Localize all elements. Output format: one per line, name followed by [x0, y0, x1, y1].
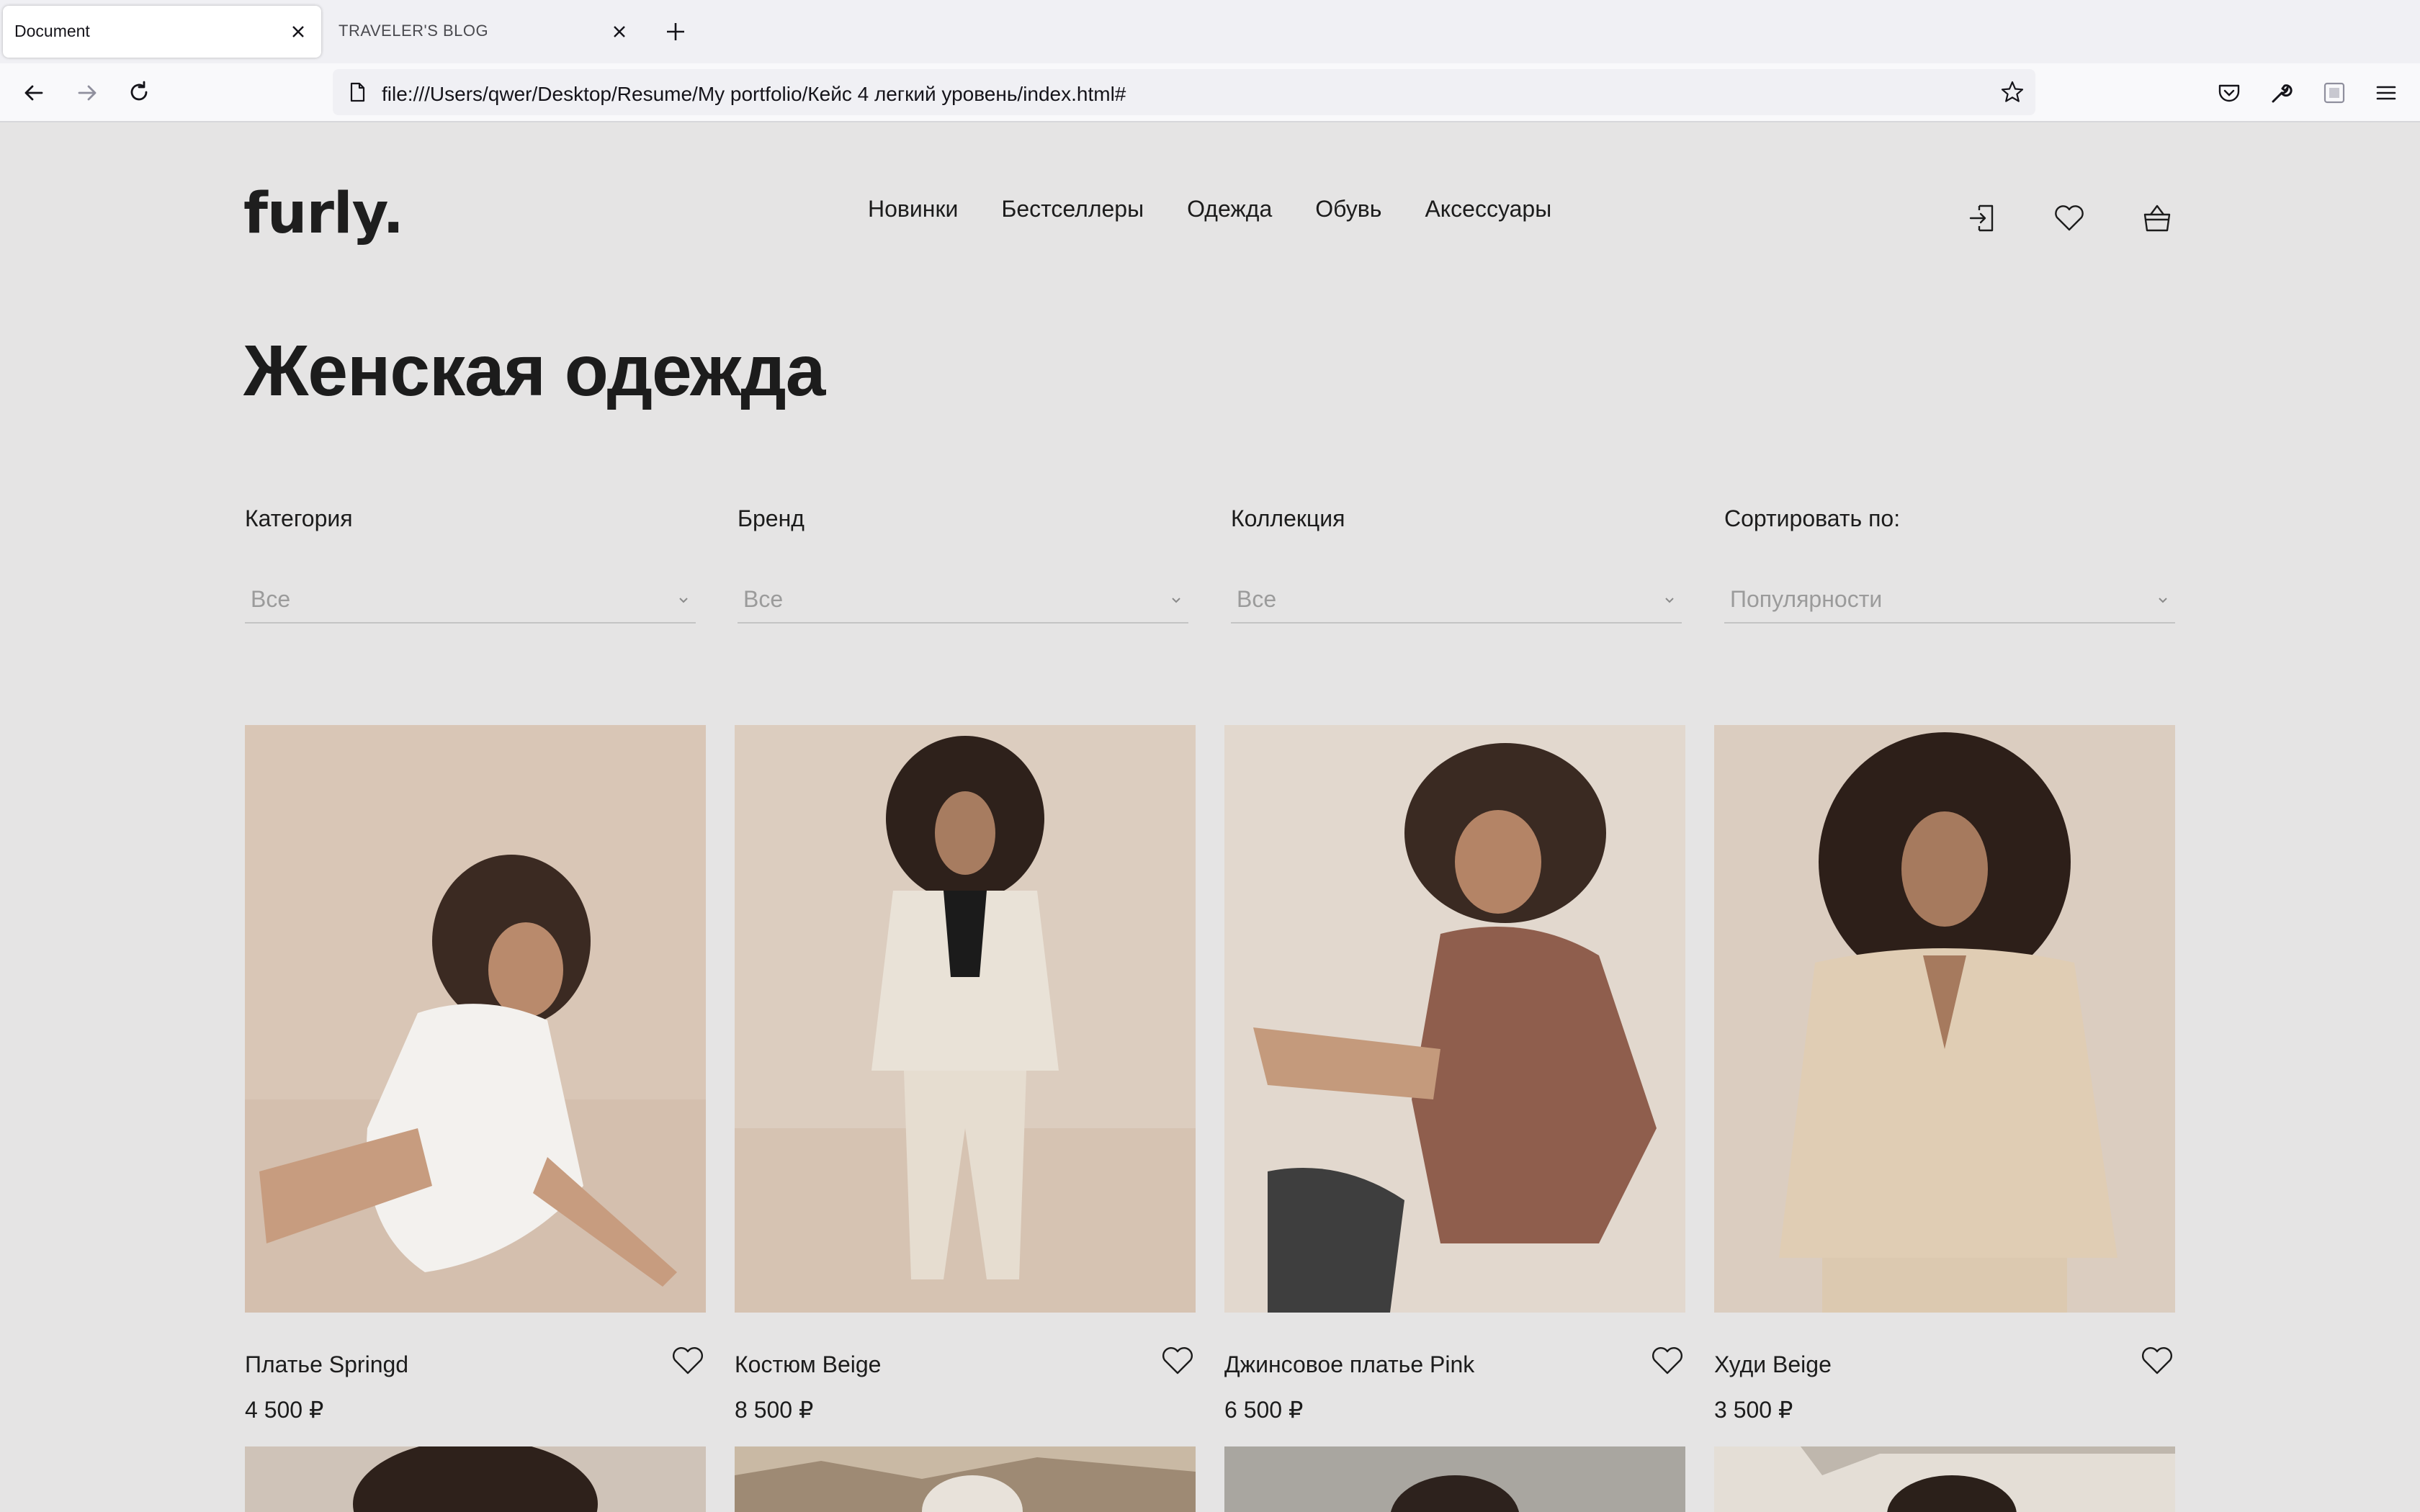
- heart-icon[interactable]: [2139, 1344, 2175, 1377]
- filter-label: Сортировать по:: [1724, 505, 1901, 531]
- chevron-down-icon: [1665, 598, 1674, 603]
- heart-icon[interactable]: [670, 1344, 706, 1377]
- page-content: furly. Новинки Бестселлеры Одежда Обувь …: [0, 122, 2420, 1512]
- select-value: Все: [251, 586, 291, 612]
- filter-label: Категория: [245, 505, 353, 531]
- file-icon: [350, 82, 365, 102]
- main-nav: Новинки Бестселлеры Одежда Обувь Аксессу…: [868, 196, 1551, 222]
- sort-select[interactable]: Популярности: [1724, 577, 2175, 624]
- site-logo[interactable]: furly.: [243, 181, 404, 246]
- nav-item-shoes[interactable]: Обувь: [1315, 196, 1381, 222]
- nav-item-new[interactable]: Новинки: [868, 196, 958, 222]
- product-name[interactable]: Худи Beige: [1714, 1351, 1832, 1378]
- filter-brand: Бренд Все: [738, 505, 1188, 624]
- login-icon[interactable]: [1965, 200, 2001, 236]
- browser-tab-bar: Document TRAVELER'S BLOG: [0, 0, 2420, 63]
- address-bar[interactable]: file:///Users/qwer/Desktop/Resume/My por…: [333, 69, 2035, 115]
- brand-select[interactable]: Все: [738, 577, 1188, 624]
- reload-icon[interactable]: [121, 75, 157, 111]
- product-name[interactable]: Платье Springd: [245, 1351, 408, 1378]
- product-photo[interactable]: [735, 725, 1196, 1313]
- back-arrow-icon[interactable]: [16, 75, 52, 111]
- pocket-icon[interactable]: [2215, 79, 2243, 107]
- chevron-down-icon: [1172, 598, 1180, 603]
- product-price: 6 500 ₽: [1224, 1397, 1304, 1423]
- product-price: 3 500 ₽: [1714, 1397, 1793, 1423]
- chevron-down-icon: [679, 598, 688, 603]
- select-value: Популярности: [1730, 586, 1883, 612]
- product-photo[interactable]: [1714, 1446, 2175, 1512]
- extension-icon[interactable]: [2321, 79, 2348, 107]
- product-price: 4 500 ₽: [245, 1397, 324, 1423]
- new-tab-icon[interactable]: [661, 17, 690, 46]
- chevron-down-icon: [2159, 598, 2167, 603]
- heart-icon[interactable]: [2051, 200, 2087, 236]
- product-name[interactable]: Джинсовое платье Pink: [1224, 1351, 1474, 1378]
- page-title: Женская одежда: [243, 330, 825, 411]
- nav-item-accessories[interactable]: Аксессуары: [1425, 196, 1551, 222]
- url-text[interactable]: file:///Users/qwer/Desktop/Resume/My por…: [382, 83, 1126, 106]
- collection-select[interactable]: Все: [1231, 577, 1682, 624]
- heart-icon[interactable]: [1160, 1344, 1196, 1377]
- menu-hamburger-icon[interactable]: [2372, 79, 2400, 107]
- filter-category: Категория Все: [245, 505, 696, 624]
- nav-item-bestsellers[interactable]: Бестселлеры: [1001, 196, 1144, 222]
- product-photo[interactable]: [1224, 1446, 1685, 1512]
- select-value: Все: [743, 586, 784, 612]
- product-name[interactable]: Костюм Beige: [735, 1351, 881, 1378]
- basket-icon[interactable]: [2139, 200, 2175, 236]
- bookmark-star-icon[interactable]: [1999, 79, 2025, 105]
- tab-travelers-blog[interactable]: TRAVELER'S BLOG: [326, 6, 642, 58]
- filter-collection: Коллекция Все: [1231, 505, 1682, 624]
- tab-title: TRAVELER'S BLOG: [339, 22, 489, 40]
- nav-item-clothing[interactable]: Одежда: [1187, 196, 1272, 222]
- heart-icon[interactable]: [1649, 1344, 1685, 1377]
- product-photo[interactable]: [1714, 725, 2175, 1313]
- forward-arrow-icon[interactable]: [69, 75, 105, 111]
- close-icon[interactable]: [606, 19, 632, 45]
- product-photo[interactable]: [245, 1446, 706, 1512]
- browser-nav-bar: file:///Users/qwer/Desktop/Resume/My por…: [0, 63, 2420, 122]
- category-select[interactable]: Все: [245, 577, 696, 624]
- product-price: 8 500 ₽: [735, 1397, 814, 1423]
- filter-label: Бренд: [738, 505, 805, 531]
- close-icon[interactable]: [285, 19, 311, 45]
- tab-document[interactable]: Document: [3, 6, 321, 58]
- product-photo[interactable]: [735, 1446, 1196, 1512]
- product-photo[interactable]: [245, 725, 706, 1313]
- filter-label: Коллекция: [1231, 505, 1345, 531]
- product-photo[interactable]: [1224, 725, 1685, 1313]
- filter-sort: Сортировать по: Популярности: [1724, 505, 2175, 624]
- select-value: Все: [1237, 586, 1277, 612]
- wrench-icon[interactable]: [2267, 79, 2295, 107]
- tab-title: Document: [14, 22, 90, 40]
